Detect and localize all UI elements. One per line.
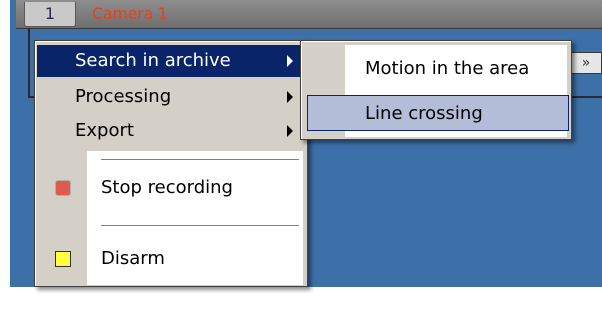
menu-item-label: Search in archive <box>75 50 231 71</box>
menu-separator <box>101 159 299 161</box>
submenu-arrow-icon <box>287 125 293 137</box>
stop-recording-icon <box>55 180 71 196</box>
search-archive-submenu: Motion in the area Line crossing <box>300 40 572 140</box>
menu-item-search-in-archive[interactable]: Search in archive <box>37 45 305 77</box>
panel-expand-button[interactable]: » <box>570 52 602 74</box>
menu-item-label: Processing <box>75 86 172 107</box>
menu-item-stop-recording[interactable]: Stop recording <box>37 172 305 204</box>
menu-item-processing[interactable]: Processing <box>37 81 305 113</box>
submenu-item-label: Motion in the area <box>365 58 530 79</box>
camera-number-tab[interactable]: 1 <box>24 2 76 27</box>
menu-item-label: Stop recording <box>101 177 233 198</box>
submenu-item-line-crossing[interactable]: Line crossing <box>307 95 569 131</box>
submenu-item-label: Line crossing <box>365 103 483 124</box>
submenu-arrow-icon <box>287 91 293 103</box>
camera-name: Camera 1 <box>92 4 168 23</box>
disarm-icon <box>55 251 71 267</box>
menu-item-disarm[interactable]: Disarm <box>37 243 305 275</box>
submenu-arrow-icon <box>287 55 293 67</box>
camera-context-menu: Search in archive Processing Export Stop… <box>34 40 308 287</box>
camera-title-bar[interactable]: 1 Camera 1 <box>16 0 602 29</box>
menu-item-label: Export <box>75 120 134 141</box>
submenu-item-motion-in-area[interactable]: Motion in the area <box>345 51 567 87</box>
menu-item-export[interactable]: Export <box>37 115 305 147</box>
menu-item-label: Disarm <box>101 248 165 269</box>
menu-separator <box>101 225 299 227</box>
